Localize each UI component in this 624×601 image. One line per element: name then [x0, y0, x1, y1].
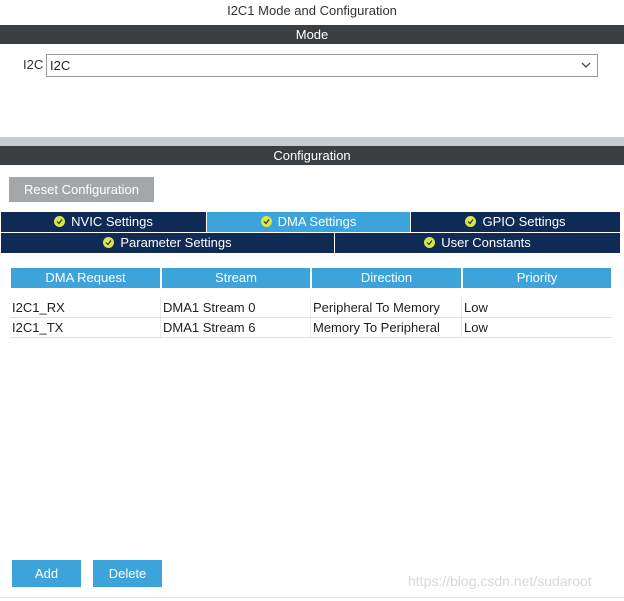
- cell-stream: DMA1 Stream 0: [161, 298, 311, 318]
- column-header-direction[interactable]: Direction: [312, 268, 461, 288]
- bottom-divider: [0, 597, 624, 598]
- check-circle-icon: [260, 216, 272, 227]
- cell-priority: Low: [462, 298, 612, 318]
- reset-configuration-button[interactable]: Reset Configuration: [9, 177, 154, 202]
- mode-section-header: Mode: [0, 25, 624, 44]
- cell-dma-request: I2C1_RX: [10, 298, 161, 318]
- delete-button[interactable]: Delete: [93, 560, 162, 587]
- column-header-dma-request[interactable]: DMA Request: [11, 268, 160, 288]
- window-title: I2C1 Mode and Configuration: [227, 3, 397, 18]
- column-header-priority[interactable]: Priority: [463, 268, 611, 288]
- cell-dma-request: I2C1_TX: [10, 318, 161, 338]
- watermark-text: https://blog.csdn.net/sudaroot: [408, 573, 592, 589]
- table-row[interactable]: I2C1_RX DMA1 Stream 0 Peripheral To Memo…: [10, 298, 612, 318]
- tab-nvic-settings[interactable]: NVIC Settings: [1, 212, 207, 232]
- cell-direction: Memory To Peripheral: [311, 318, 462, 338]
- add-button[interactable]: Add: [12, 560, 81, 587]
- tab-parameter-settings[interactable]: Parameter Settings: [1, 233, 335, 253]
- tab-label: User Constants: [441, 235, 531, 250]
- configuration-section-header: Configuration: [0, 146, 624, 165]
- tab-label: NVIC Settings: [71, 214, 153, 229]
- table-row[interactable]: I2C1_TX DMA1 Stream 6 Memory To Peripher…: [10, 318, 612, 338]
- chevron-down-icon: [581, 62, 591, 68]
- tab-label: Parameter Settings: [120, 235, 232, 250]
- tab-label: DMA Settings: [277, 214, 357, 229]
- column-header-stream[interactable]: Stream: [162, 268, 310, 288]
- i2c-mode-select[interactable]: I2C: [46, 54, 598, 77]
- tab-dma-settings[interactable]: DMA Settings: [207, 212, 411, 232]
- cell-priority: Low: [462, 318, 612, 338]
- i2c-mode-label: I2C: [23, 57, 44, 72]
- tab-gpio-settings[interactable]: GPIO Settings: [411, 212, 621, 232]
- check-circle-icon: [54, 216, 66, 227]
- section-divider: [0, 137, 624, 146]
- i2c-mode-select-value: I2C: [50, 58, 71, 73]
- check-circle-icon: [424, 237, 436, 248]
- check-circle-icon: [103, 237, 115, 248]
- tab-label: GPIO Settings: [482, 214, 566, 229]
- tab-user-constants[interactable]: User Constants: [335, 233, 621, 253]
- cell-direction: Peripheral To Memory: [311, 298, 462, 318]
- cell-stream: DMA1 Stream 6: [161, 318, 311, 338]
- check-circle-icon: [465, 216, 477, 227]
